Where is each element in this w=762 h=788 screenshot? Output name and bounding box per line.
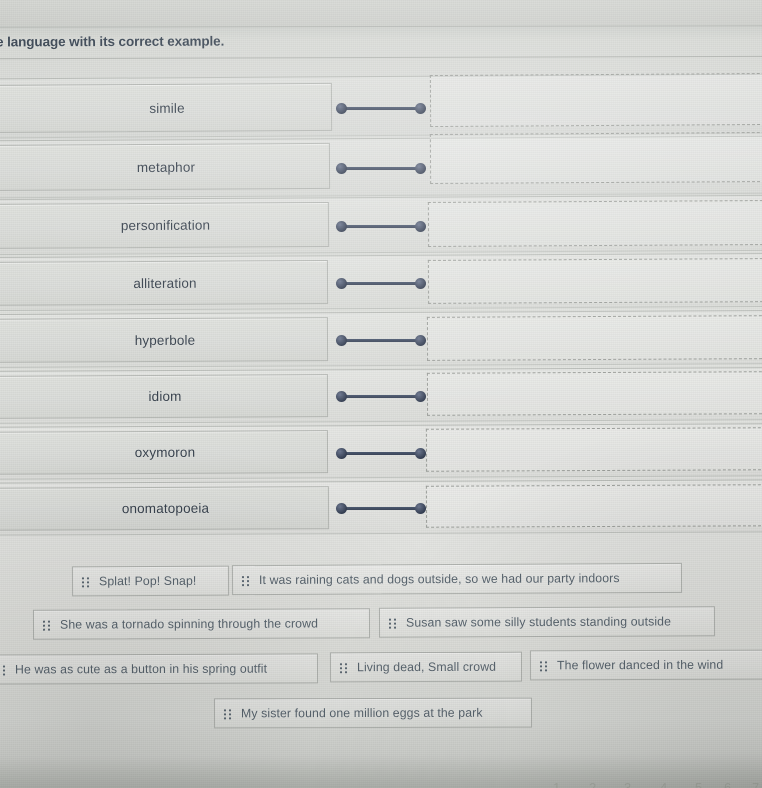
connector-knob-left[interactable] — [336, 103, 347, 114]
answer-chip[interactable]: Susan saw some silly students standing o… — [378, 606, 716, 638]
connector-bar — [340, 507, 422, 511]
drag-handle-icon[interactable] — [539, 660, 549, 672]
answer-chip[interactable]: She was a tornado spinning through the c… — [32, 608, 371, 640]
connector-line-onomatopoeia[interactable] — [336, 503, 426, 514]
connector-line-alliteration[interactable] — [336, 278, 426, 289]
answer-chip[interactable]: My sister found one million eggs at the … — [213, 697, 533, 729]
connector-knob-left[interactable] — [336, 163, 347, 174]
answer-chip[interactable]: The flower danced in the wind — [529, 649, 762, 681]
connector-bar — [340, 282, 422, 286]
page-number-1[interactable]: 1 — [553, 780, 560, 788]
answer-chip-label: Living dead, Small crowd — [356, 659, 497, 675]
answer-chip-label: He was as cute as a button in his spring… — [14, 661, 268, 677]
term-label: personification — [120, 217, 211, 234]
drop-zone-1[interactable] — [429, 72, 762, 128]
answer-bank: Splat! Pop! Snap! It was raining cats and… — [0, 552, 762, 737]
connector-bar — [340, 225, 422, 229]
answer-chip-label: Susan saw some silly students standing o… — [405, 614, 672, 630]
term-label: alliteration — [133, 275, 197, 291]
page-number-2[interactable]: 2 — [589, 780, 596, 788]
drag-handle-icon[interactable] — [42, 619, 52, 631]
page-number-6[interactable]: 6 — [724, 780, 731, 788]
term-box-onomatopoeia[interactable]: onomatopoeia — [0, 486, 330, 531]
connector-knob-left[interactable] — [336, 278, 347, 289]
drag-handle-icon[interactable] — [241, 575, 251, 587]
connector-knob-left[interactable] — [336, 448, 347, 459]
page-number-5[interactable]: 5 — [695, 780, 702, 788]
connector-knob-right[interactable] — [415, 391, 426, 402]
page-number-4[interactable]: 4 — [660, 780, 667, 788]
header-divider-bottom — [0, 55, 762, 60]
drop-zone-8[interactable] — [425, 484, 762, 528]
connector-knob-right[interactable] — [415, 335, 426, 346]
connector-knob-right[interactable] — [415, 448, 426, 459]
term-box-simile[interactable]: simile — [0, 82, 333, 134]
term-label: hyperbole — [134, 332, 196, 348]
term-label: metaphor — [136, 159, 196, 175]
connector-line-personification[interactable] — [336, 221, 426, 232]
term-label: oxymoron — [134, 444, 196, 461]
pagination: 1 2 3 4 5 6 7 — [0, 766, 762, 788]
connector-knob-left[interactable] — [336, 221, 347, 232]
term-box-alliteration[interactable]: alliteration — [0, 260, 329, 306]
connector-line-idiom[interactable] — [336, 391, 426, 402]
connector-bar — [340, 339, 422, 343]
connector-bar — [340, 167, 422, 171]
page-number-3[interactable]: 3 — [624, 780, 631, 788]
term-label: onomatopoeia — [121, 500, 210, 517]
term-box-idiom[interactable]: idiom — [0, 374, 329, 419]
connector-knob-left[interactable] — [336, 391, 347, 402]
drop-zone-5[interactable] — [426, 315, 762, 361]
connector-knob-right[interactable] — [415, 163, 426, 174]
connector-bar — [340, 395, 422, 399]
connector-line-oxymoron[interactable] — [336, 448, 426, 459]
drop-zone-3[interactable] — [427, 200, 762, 247]
term-label: idiom — [148, 388, 182, 404]
connector-knob-right[interactable] — [415, 278, 426, 289]
answer-chip[interactable]: It was raining cats and dogs outside, so… — [231, 562, 683, 596]
answer-chip[interactable]: Living dead, Small crowd — [329, 651, 523, 683]
drag-handle-icon[interactable] — [223, 708, 233, 720]
drop-zone-7[interactable] — [425, 427, 762, 472]
answer-chip-label: The flower danced in the wind — [556, 657, 724, 673]
answer-chip-label: Splat! Pop! Snap! — [98, 573, 197, 589]
drag-handle-icon[interactable] — [339, 662, 349, 674]
top-chrome-strip — [0, 0, 762, 26]
term-box-oxymoron[interactable]: oxymoron — [0, 430, 329, 475]
exercise-page: e language with its correct example. sim… — [0, 0, 762, 788]
page-title: e language with its correct example. — [0, 33, 225, 50]
answer-chip-label: My sister found one million eggs at the … — [240, 705, 483, 721]
connector-bar — [340, 452, 422, 456]
answer-chip-label: It was raining cats and dogs outside, so… — [258, 571, 620, 588]
drag-handle-icon[interactable] — [81, 576, 91, 588]
answer-chip-label: She was a tornado spinning through the c… — [59, 616, 319, 632]
answer-chip[interactable]: He was as cute as a button in his spring… — [0, 653, 319, 685]
drop-zone-2[interactable] — [429, 131, 762, 185]
connector-line-hyperbole[interactable] — [336, 335, 426, 346]
term-box-metaphor[interactable]: metaphor — [0, 142, 331, 192]
answer-chip[interactable]: Splat! Pop! Snap! — [71, 565, 230, 597]
term-label: simile — [149, 100, 185, 116]
connector-knob-right[interactable] — [415, 503, 426, 514]
connector-knob-right[interactable] — [415, 103, 426, 114]
page-number-7[interactable]: 7 — [752, 780, 759, 788]
drop-zone-4[interactable] — [427, 258, 762, 304]
connector-knob-right[interactable] — [415, 221, 426, 232]
connector-bar — [340, 107, 422, 111]
drag-handle-icon[interactable] — [0, 664, 7, 676]
connector-line-simile[interactable] — [336, 103, 426, 114]
drag-handle-icon[interactable] — [388, 617, 398, 629]
connector-knob-left[interactable] — [336, 503, 347, 514]
term-box-hyperbole[interactable]: hyperbole — [0, 317, 329, 363]
connector-knob-left[interactable] — [336, 335, 347, 346]
connector-line-metaphor[interactable] — [336, 163, 426, 174]
drop-zone-6[interactable] — [426, 371, 762, 416]
term-box-personification[interactable]: personification — [0, 201, 330, 250]
